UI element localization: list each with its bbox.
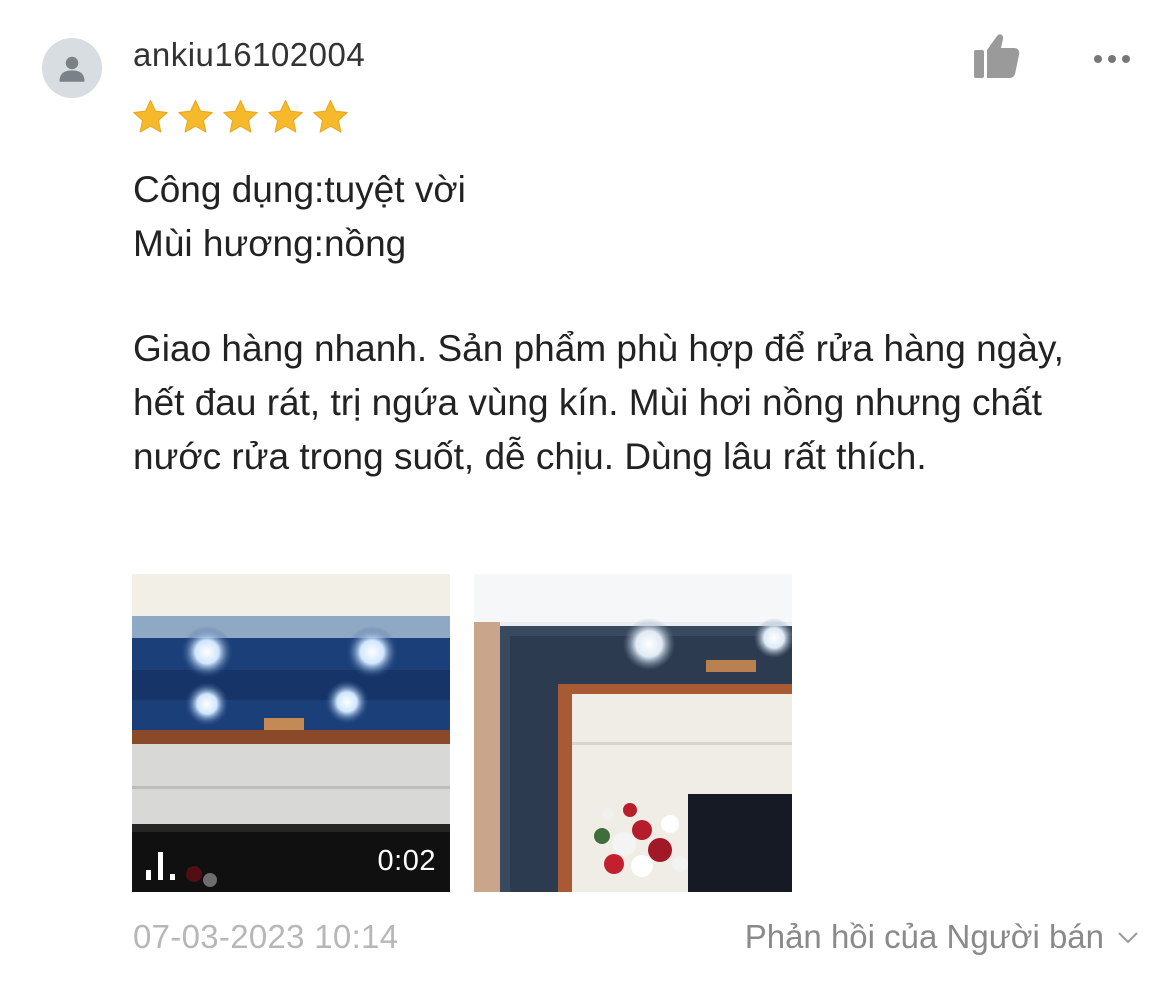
seller-reply-label: Phản hồi của Người bán: [744, 918, 1104, 955]
more-options-button[interactable]: [1090, 46, 1134, 72]
review-photo-thumbnail[interactable]: [474, 574, 792, 892]
chevron-down-icon: [1118, 932, 1138, 944]
thumbs-up-icon: [974, 34, 1020, 78]
star-icon: [223, 99, 258, 133]
review-timestamp: 07-03-2023 10:14: [133, 918, 399, 955]
star-icon: [178, 99, 213, 133]
like-button[interactable]: [968, 32, 1024, 82]
star-icon: [133, 99, 168, 133]
review-attributes: Công dụng:tuyệt vời Mùi hương:nồng: [133, 163, 466, 271]
video-overlay-bar: 0:02: [132, 832, 450, 892]
photo-image: [474, 574, 792, 892]
review-video-thumbnail[interactable]: 0:02: [132, 574, 450, 892]
seller-reply-toggle[interactable]: Phản hồi của Người bán: [745, 918, 1140, 956]
avatar[interactable]: [42, 38, 102, 98]
star-icon: [268, 99, 303, 133]
video-bars-icon: [146, 852, 175, 880]
person-icon: [59, 56, 85, 82]
attribute-usage: Công dụng:tuyệt vời: [133, 169, 466, 210]
star-icon: [313, 99, 348, 133]
video-duration: 0:02: [377, 845, 436, 877]
star-rating: [131, 98, 350, 137]
more-horizontal-icon: [1094, 55, 1130, 63]
attribute-scent: Mùi hương:nồng: [133, 223, 407, 264]
username[interactable]: ankiu16102004: [133, 36, 365, 74]
review-text: Giao hàng nhanh. Sản phẩm phù hợp để rửa…: [133, 328, 1064, 477]
